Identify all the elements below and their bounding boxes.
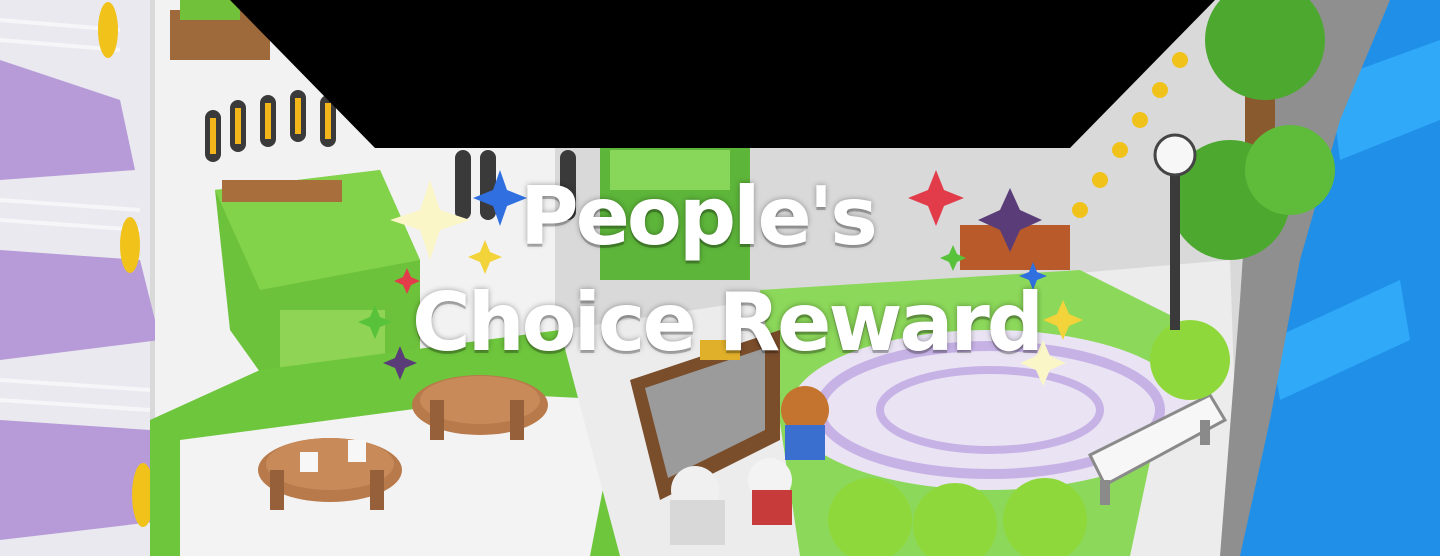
top-banner-shape [230,0,1215,148]
title-line-1: People's [520,170,878,263]
left-terraces [0,0,170,556]
title-line-2: Choice Reward [412,276,1044,369]
table-icon [258,438,402,510]
